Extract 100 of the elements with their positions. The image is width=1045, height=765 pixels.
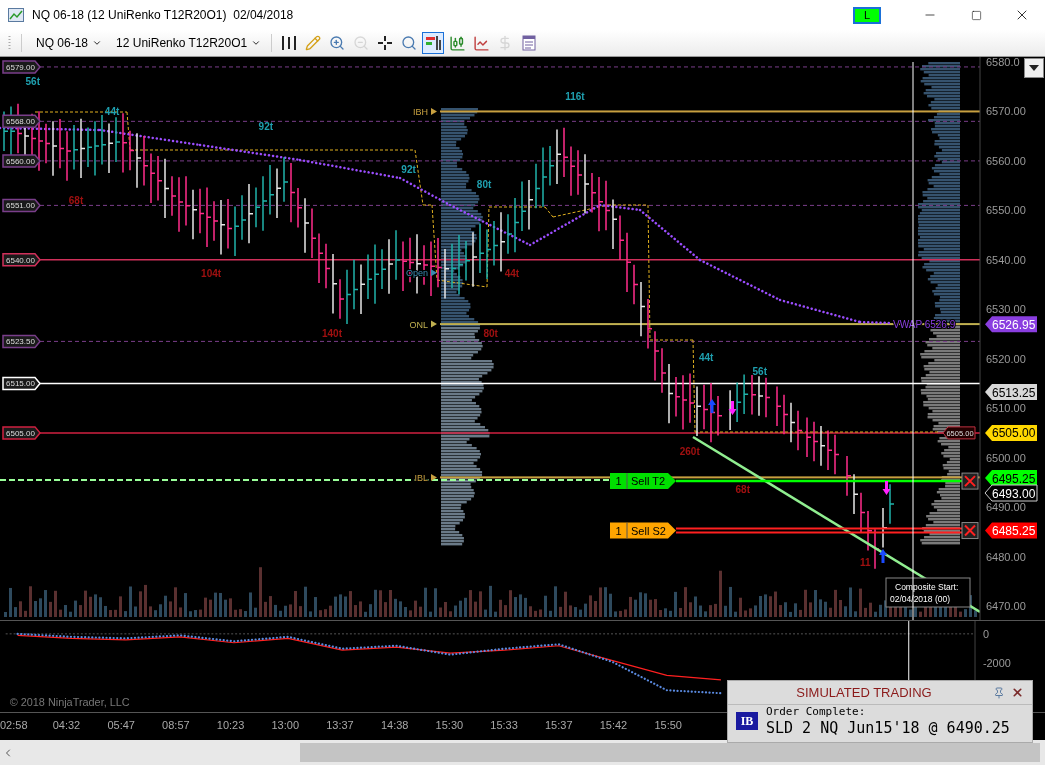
order-line[interactable] <box>676 479 962 483</box>
axis-tick-label: 6550.00 <box>986 204 1026 217</box>
instrument-dropdown[interactable]: NQ 06-18 <box>32 34 107 52</box>
caret-icon <box>251 38 262 48</box>
up-arrow-icon <box>708 399 716 413</box>
search-icon <box>401 35 418 51</box>
close-icon <box>1010 686 1024 699</box>
pin-button[interactable] <box>992 685 1006 700</box>
time-axis-label: 15:37 <box>545 718 573 733</box>
axis-tick-label: 6570.00 <box>986 105 1026 118</box>
down-arrow-icon <box>882 481 891 495</box>
axis-tick-label: -2000 <box>982 657 1011 670</box>
time-axis-label: 02:58 <box>0 718 28 733</box>
toolbar-button[interactable] <box>422 32 445 54</box>
swing-label: 92t <box>401 164 416 176</box>
axis-tick-label: 6580.0 <box>986 57 1020 68</box>
swing-label: 260t <box>679 446 700 458</box>
axis-tick-label: 6470.00 <box>986 599 1026 612</box>
axis-tick-label: 6530.00 <box>986 303 1026 316</box>
close-button[interactable] <box>1010 685 1024 700</box>
price-level-tag: 6523.50 <box>2 334 41 349</box>
broker-logo: IB <box>736 712 758 731</box>
axis-tick-label: 6500.00 <box>986 451 1026 464</box>
swing-label: 44t <box>504 268 520 280</box>
axis-tick-label: 6480.00 <box>986 550 1026 563</box>
window-title: NQ 06-18 (12 UniRenko T12R20O1) 02/04/2018 <box>32 7 294 24</box>
time-axis-label: 05:47 <box>107 718 135 733</box>
axis-tick-label: 6560.00 <box>986 154 1026 167</box>
crosshair-icon <box>377 35 394 51</box>
copyright-text: © 2018 NinjaTrader, LLC <box>9 696 130 709</box>
time-axis-label: 10:23 <box>216 718 245 733</box>
swing-label: 56t <box>752 365 767 377</box>
time-axis-label: 08:57 <box>162 718 190 733</box>
chart-icon <box>8 8 24 22</box>
swing-label: 116t <box>565 91 585 103</box>
caret-icon <box>92 38 103 48</box>
time-axis-label: 13:37 <box>326 718 354 733</box>
price-level-tag: 6515.00 <box>2 376 41 391</box>
price-marker: 6493.00 <box>984 484 1038 502</box>
notification-title: SIMULATED TRADING <box>795 683 933 702</box>
session-level-label: IBH <box>413 106 437 117</box>
axis-tick-label: 0 <box>982 627 989 640</box>
up-arrow-icon <box>879 549 887 563</box>
swing-label: 44t <box>698 352 714 364</box>
notification-message: SLD 2 NQ Jun15'18 @ 6490.25 <box>766 718 1010 738</box>
swing-label: 68t <box>735 484 750 496</box>
zoom-out-icon <box>353 35 370 51</box>
time-axis-label: 15:33 <box>490 718 518 733</box>
line-chart-icon <box>472 34 490 52</box>
time-axis-label: 14:38 <box>380 718 409 733</box>
swing-label: 80t <box>476 179 492 191</box>
maximize-icon <box>970 9 982 21</box>
time-axis-label: 13:00 <box>271 718 300 733</box>
axis-tick-label: 6510.00 <box>986 402 1026 415</box>
caret-icon <box>1029 65 1039 71</box>
time-axis-label: 15:50 <box>654 718 682 733</box>
link-button[interactable]: L <box>853 6 881 24</box>
price-marker: 6513.25 <box>985 384 1037 401</box>
swing-label: 104t <box>201 268 222 280</box>
cancel-order-icon[interactable] <box>961 522 979 540</box>
axis-tick-label: 6540.00 <box>986 253 1026 266</box>
price-marker: 6485.25 <box>985 522 1037 539</box>
order-tag[interactable]: 1 Sell T2 <box>610 472 676 490</box>
price-marker: 6505.00 <box>985 424 1037 441</box>
price-level-tag: 6540.00 <box>2 253 41 267</box>
swing-label: 140t <box>322 327 342 339</box>
time-axis-label: 15:30 <box>435 718 464 733</box>
axis-tick-label: 6520.00 <box>986 352 1026 365</box>
swing-label: 80t <box>483 328 498 340</box>
cancel-order-icon[interactable] <box>961 472 979 490</box>
price-level-tag: 6551.00 <box>2 198 41 213</box>
notification-heading: Order Complete: <box>766 705 867 719</box>
pin-icon <box>993 686 1005 699</box>
properties-icon <box>521 35 538 51</box>
swing-label: 68t <box>68 195 84 207</box>
order-tag[interactable]: 1 Sell S2 <box>610 522 676 540</box>
scrollbar-thumb[interactable] <box>300 743 1040 762</box>
dropdown-button[interactable] <box>1024 58 1044 78</box>
down-arrow-icon <box>728 401 737 415</box>
price-level-tag: 6560.00 <box>2 154 41 168</box>
time-axis-label: 04:32 <box>52 718 81 733</box>
axis-tick-label: 6490.00 <box>986 501 1026 514</box>
composite-start-note: Composite Start: 02/04/2018 (00) <box>885 577 971 608</box>
pencil-icon <box>305 35 322 51</box>
time-axis-label: 15:42 <box>599 718 628 733</box>
grip-icon <box>8 35 11 51</box>
swing-label: 56t <box>25 76 40 88</box>
order-bars-icon <box>424 34 443 52</box>
session-level-label: ONL <box>409 319 437 330</box>
zoom-in-icon <box>329 35 346 51</box>
price-marker: 6526.95 <box>985 316 1037 333</box>
swing-label: 11 <box>860 557 871 569</box>
price-level-tag: 6505.00 <box>2 426 41 440</box>
bar-type-dropdown[interactable]: 12 UniRenko T12R20O1 <box>112 34 266 52</box>
swing-label: 92t <box>258 121 274 133</box>
bars-icon <box>280 34 299 52</box>
price-level-tag: 6579.00 <box>2 60 41 74</box>
candlestick-icon <box>448 34 466 52</box>
order-line[interactable] <box>675 527 963 534</box>
price-level-tag: 6568.00 <box>2 114 41 129</box>
